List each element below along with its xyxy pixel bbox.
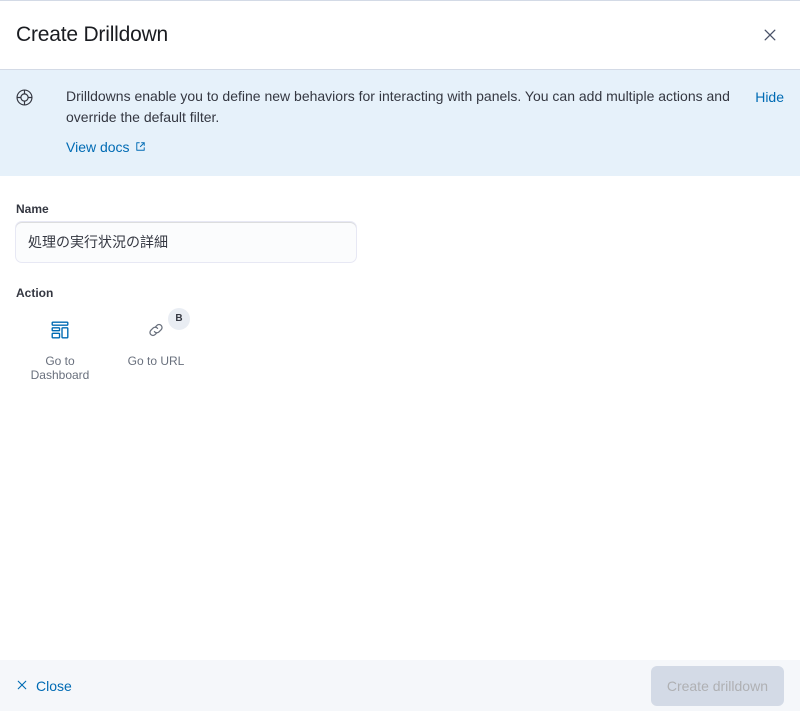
close-icon-button[interactable]	[754, 19, 786, 51]
callout-body: Drilldowns enable you to define new beha…	[33, 86, 755, 158]
action-icon-wrap	[49, 318, 71, 344]
page-title: Create Drilldown	[16, 23, 169, 46]
action-list: Go to Dashboard B Go to URL	[16, 308, 784, 382]
external-link-icon	[135, 137, 146, 158]
action-go-to-dashboard[interactable]: Go to Dashboard	[22, 318, 98, 382]
beta-badge: B	[168, 308, 190, 330]
dashboard-icon	[49, 319, 71, 344]
drilldown-name-input[interactable]	[16, 222, 356, 262]
close-icon	[763, 28, 777, 42]
action-section: Action Go to Dashboard B Go to URL	[16, 284, 784, 382]
cross-icon	[16, 678, 28, 694]
close-button-label: Close	[36, 677, 72, 694]
link-icon	[146, 320, 166, 343]
action-label-text: Go to URL	[127, 354, 185, 368]
name-field-label: Name	[16, 202, 49, 216]
hide-callout-button[interactable]: Hide	[755, 87, 784, 108]
callout-text: Drilldowns enable you to define new beha…	[66, 88, 730, 125]
help-circle-icon	[16, 89, 33, 111]
action-label-text: Go to Dashboard	[30, 354, 90, 382]
view-docs-label: View docs	[66, 139, 130, 155]
action-go-to-url[interactable]: B Go to URL	[118, 308, 194, 368]
create-drilldown-button[interactable]: Create drilldown	[650, 665, 784, 706]
flyout-header: Create Drilldown	[0, 1, 800, 70]
action-icon-wrap: B	[146, 308, 190, 344]
view-docs-link[interactable]: View docs	[66, 137, 146, 158]
create-drilldown-flyout: Create Drilldown Drilldowns enable you t…	[0, 0, 800, 711]
action-label: Action	[16, 286, 54, 300]
close-button[interactable]: Close	[16, 678, 72, 694]
flyout-body: Name Action	[0, 176, 800, 660]
flyout-footer: Close Create drilldown	[0, 660, 800, 711]
info-callout: Drilldowns enable you to define new beha…	[0, 70, 800, 176]
